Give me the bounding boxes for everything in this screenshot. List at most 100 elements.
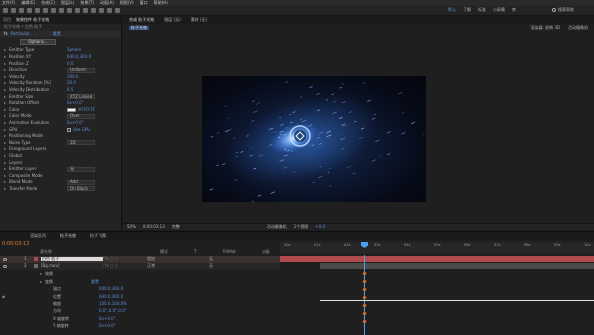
effect-property-row[interactable]: ▸Emitter Layer无 bbox=[0, 166, 121, 173]
property-value[interactable]: 0.0°,0.0°,0.0° bbox=[99, 309, 127, 313]
twirl-arrow-icon[interactable]: ▸ bbox=[4, 55, 6, 59]
effect-name[interactable]: Particular bbox=[11, 32, 53, 36]
rotate-tool-icon[interactable] bbox=[35, 8, 40, 13]
type-tool-icon[interactable] bbox=[75, 8, 80, 13]
effect-property-value[interactable]: 20.0 bbox=[67, 81, 76, 85]
effect-property-dropdown[interactable]: Uniform bbox=[67, 68, 95, 73]
menu-item-file[interactable]: 文件(F) bbox=[2, 1, 15, 5]
col-parent[interactable]: 父级 bbox=[262, 250, 270, 254]
effect-property-row[interactable]: ▸Noise Type2D bbox=[0, 140, 121, 147]
keyframe-marker-icon[interactable] bbox=[362, 311, 366, 315]
layer-property-row[interactable]: ◆位置640.0,360.0 bbox=[0, 293, 280, 300]
keyframe-marker-icon[interactable] bbox=[362, 295, 366, 299]
keyframe-marker-icon[interactable] bbox=[362, 271, 366, 275]
clone-tool-icon[interactable] bbox=[91, 8, 96, 13]
effect-property-row[interactable]: ▸DirectionUniform bbox=[0, 67, 121, 74]
home-icon[interactable] bbox=[3, 8, 8, 13]
layer-property-row[interactable]: ▸效果 bbox=[0, 271, 280, 278]
menu-item-animation[interactable]: 动画(A) bbox=[100, 1, 114, 5]
effect-property-value[interactable]: 100.0 bbox=[67, 75, 78, 79]
effect-property-row[interactable]: ▸Rotation Offset0x+0.0° bbox=[0, 100, 121, 107]
effect-property-row[interactable]: ▸Velocity Random [%]20.0 bbox=[0, 80, 121, 87]
puppet-tool-icon[interactable] bbox=[115, 8, 120, 13]
layer-property-row[interactable]: Y 轴旋转0x+0.0° bbox=[0, 323, 280, 330]
property-value[interactable]: 640.0,360.0 bbox=[99, 287, 123, 291]
workspace-small-screen[interactable]: 小屏幕 bbox=[493, 8, 505, 12]
workspace-libraries[interactable]: 库 bbox=[512, 8, 516, 12]
effect-property-value[interactable]: 0.0 bbox=[67, 62, 73, 66]
effect-property-row[interactable]: ▸Composite Mode bbox=[0, 172, 121, 179]
workspace-default[interactable]: 默认 bbox=[448, 8, 456, 12]
twirl-arrow-icon[interactable]: ▸ bbox=[4, 187, 6, 191]
layer-mode-dropdown[interactable]: 正常 bbox=[147, 264, 181, 268]
property-value[interactable]: 重置 bbox=[91, 280, 99, 284]
property-value[interactable]: 640.0,360.0 bbox=[99, 295, 123, 299]
col-mode[interactable]: 模式 bbox=[160, 250, 168, 254]
twirl-arrow-icon[interactable]: ▸ bbox=[4, 147, 6, 151]
time-ruler[interactable]: 00s01s02s03s04s05s06s07s08s09s10s bbox=[280, 242, 594, 254]
effect-property-row[interactable]: ▸Global bbox=[0, 153, 121, 160]
twirl-arrow-icon[interactable]: ▸ bbox=[4, 167, 6, 171]
keyframe-marker-icon[interactable] bbox=[362, 319, 366, 323]
col-trkmat[interactable]: TrkMat bbox=[222, 250, 235, 254]
effect-property-dropdown[interactable]: 2D bbox=[67, 140, 95, 145]
menu-item-layer[interactable]: 图层(L) bbox=[61, 1, 74, 5]
reset-link[interactable]: 重置 bbox=[53, 32, 61, 36]
layer-row[interactable]: 1白色 粒子⁄ fx ◻ ◻相加无 bbox=[0, 256, 280, 263]
hand-tool-icon[interactable] bbox=[19, 8, 24, 13]
layer-bar-bg[interactable] bbox=[320, 263, 594, 269]
layer-property-row[interactable]: ▸变换重置 bbox=[0, 278, 280, 285]
effect-property-dropdown[interactable]: XYZ Linked bbox=[67, 94, 95, 99]
layer-property-row[interactable]: X 轴旋转0x+0.0° bbox=[0, 315, 280, 322]
twirl-arrow-icon[interactable]: ▸ bbox=[4, 141, 6, 145]
resolution-dropdown[interactable]: 完整 bbox=[172, 225, 180, 229]
fx-toggle-icon[interactable]: fx bbox=[4, 32, 8, 36]
effect-property-row[interactable]: ▸Foreground Layers bbox=[0, 146, 121, 153]
views-dropdown[interactable]: 1个视图 bbox=[294, 225, 309, 229]
selection-tool-icon[interactable] bbox=[11, 8, 16, 13]
layer-mode-dropdown[interactable]: 相加 bbox=[147, 257, 181, 261]
layer-switches[interactable]: ⁄ fx ◻ ◻ bbox=[103, 257, 147, 261]
twirl-arrow-icon[interactable]: ▸ bbox=[4, 174, 6, 178]
layer-property-row[interactable]: 锚点640.0,360.0 bbox=[0, 286, 280, 293]
timeline-timecode[interactable]: 0:00:03:13 bbox=[2, 242, 29, 247]
menu-item-effect[interactable]: 效果(T) bbox=[80, 1, 94, 5]
menu-item-composition[interactable]: 合成(C) bbox=[41, 1, 55, 5]
twirl-arrow-icon[interactable]: ▸ bbox=[4, 95, 6, 99]
tab-effect-controls[interactable]: 效果控件 粒子光效 bbox=[16, 18, 49, 22]
effect-property-value[interactable]: Use GPU bbox=[73, 128, 90, 132]
comp-breadcrumb[interactable]: 粒子光效 bbox=[129, 26, 149, 30]
twirl-arrow-icon[interactable]: ▸ bbox=[4, 68, 6, 72]
effect-property-row[interactable]: ▸Emitter SizeXYZ Linked bbox=[0, 93, 121, 100]
tab-comp-particles-glow[interactable]: 粒子光效 bbox=[60, 234, 76, 238]
effect-property-dropdown[interactable]: Over bbox=[67, 114, 95, 119]
composition-canvas[interactable] bbox=[202, 76, 426, 202]
keyframe-marker-icon[interactable] bbox=[362, 303, 366, 307]
renderer-label[interactable]: 渲染器: 经典 3D bbox=[530, 26, 560, 30]
eraser-tool-icon[interactable] bbox=[99, 8, 104, 13]
effect-property-dropdown[interactable]: Add bbox=[67, 180, 95, 185]
effect-property-row[interactable]: ▸Velocity100.0 bbox=[0, 74, 121, 81]
camera-tool-icon[interactable] bbox=[43, 8, 48, 13]
layer-name[interactable]: 白色 粒子 bbox=[41, 257, 103, 261]
twirl-arrow-icon[interactable]: ▸ bbox=[4, 81, 6, 85]
menu-item-window[interactable]: 窗口 bbox=[140, 1, 148, 5]
menu-item-view[interactable]: 视图(V) bbox=[120, 1, 134, 5]
brush-tool-icon[interactable] bbox=[83, 8, 88, 13]
track-area[interactable] bbox=[280, 255, 594, 335]
twirl-arrow-icon[interactable]: ▸ bbox=[40, 272, 42, 276]
options-button[interactable]: Options... bbox=[20, 39, 56, 45]
twirl-arrow-icon[interactable]: ▸ bbox=[4, 134, 6, 138]
property-value[interactable]: 100.0,100.0% bbox=[99, 302, 127, 306]
tab-render-queue[interactable]: 渲染队列 bbox=[30, 234, 46, 238]
effect-property-row[interactable]: ▸Color ModeOver bbox=[0, 113, 121, 120]
tab-footage[interactable]: 素材 (无) bbox=[191, 18, 207, 22]
effect-property-value[interactable]: 640.0,360.0 bbox=[67, 55, 91, 59]
color-swatch[interactable] bbox=[67, 108, 76, 112]
twirl-arrow-icon[interactable]: ▸ bbox=[40, 280, 42, 284]
tab-project[interactable]: 项目 bbox=[3, 18, 11, 22]
layer-name[interactable]: [Bg.mov] bbox=[41, 264, 103, 268]
workspace-learn[interactable]: 了解 bbox=[463, 8, 471, 12]
keyframe-marker-icon[interactable] bbox=[362, 279, 366, 283]
layer-parent-dropdown[interactable]: 无 bbox=[209, 257, 213, 261]
